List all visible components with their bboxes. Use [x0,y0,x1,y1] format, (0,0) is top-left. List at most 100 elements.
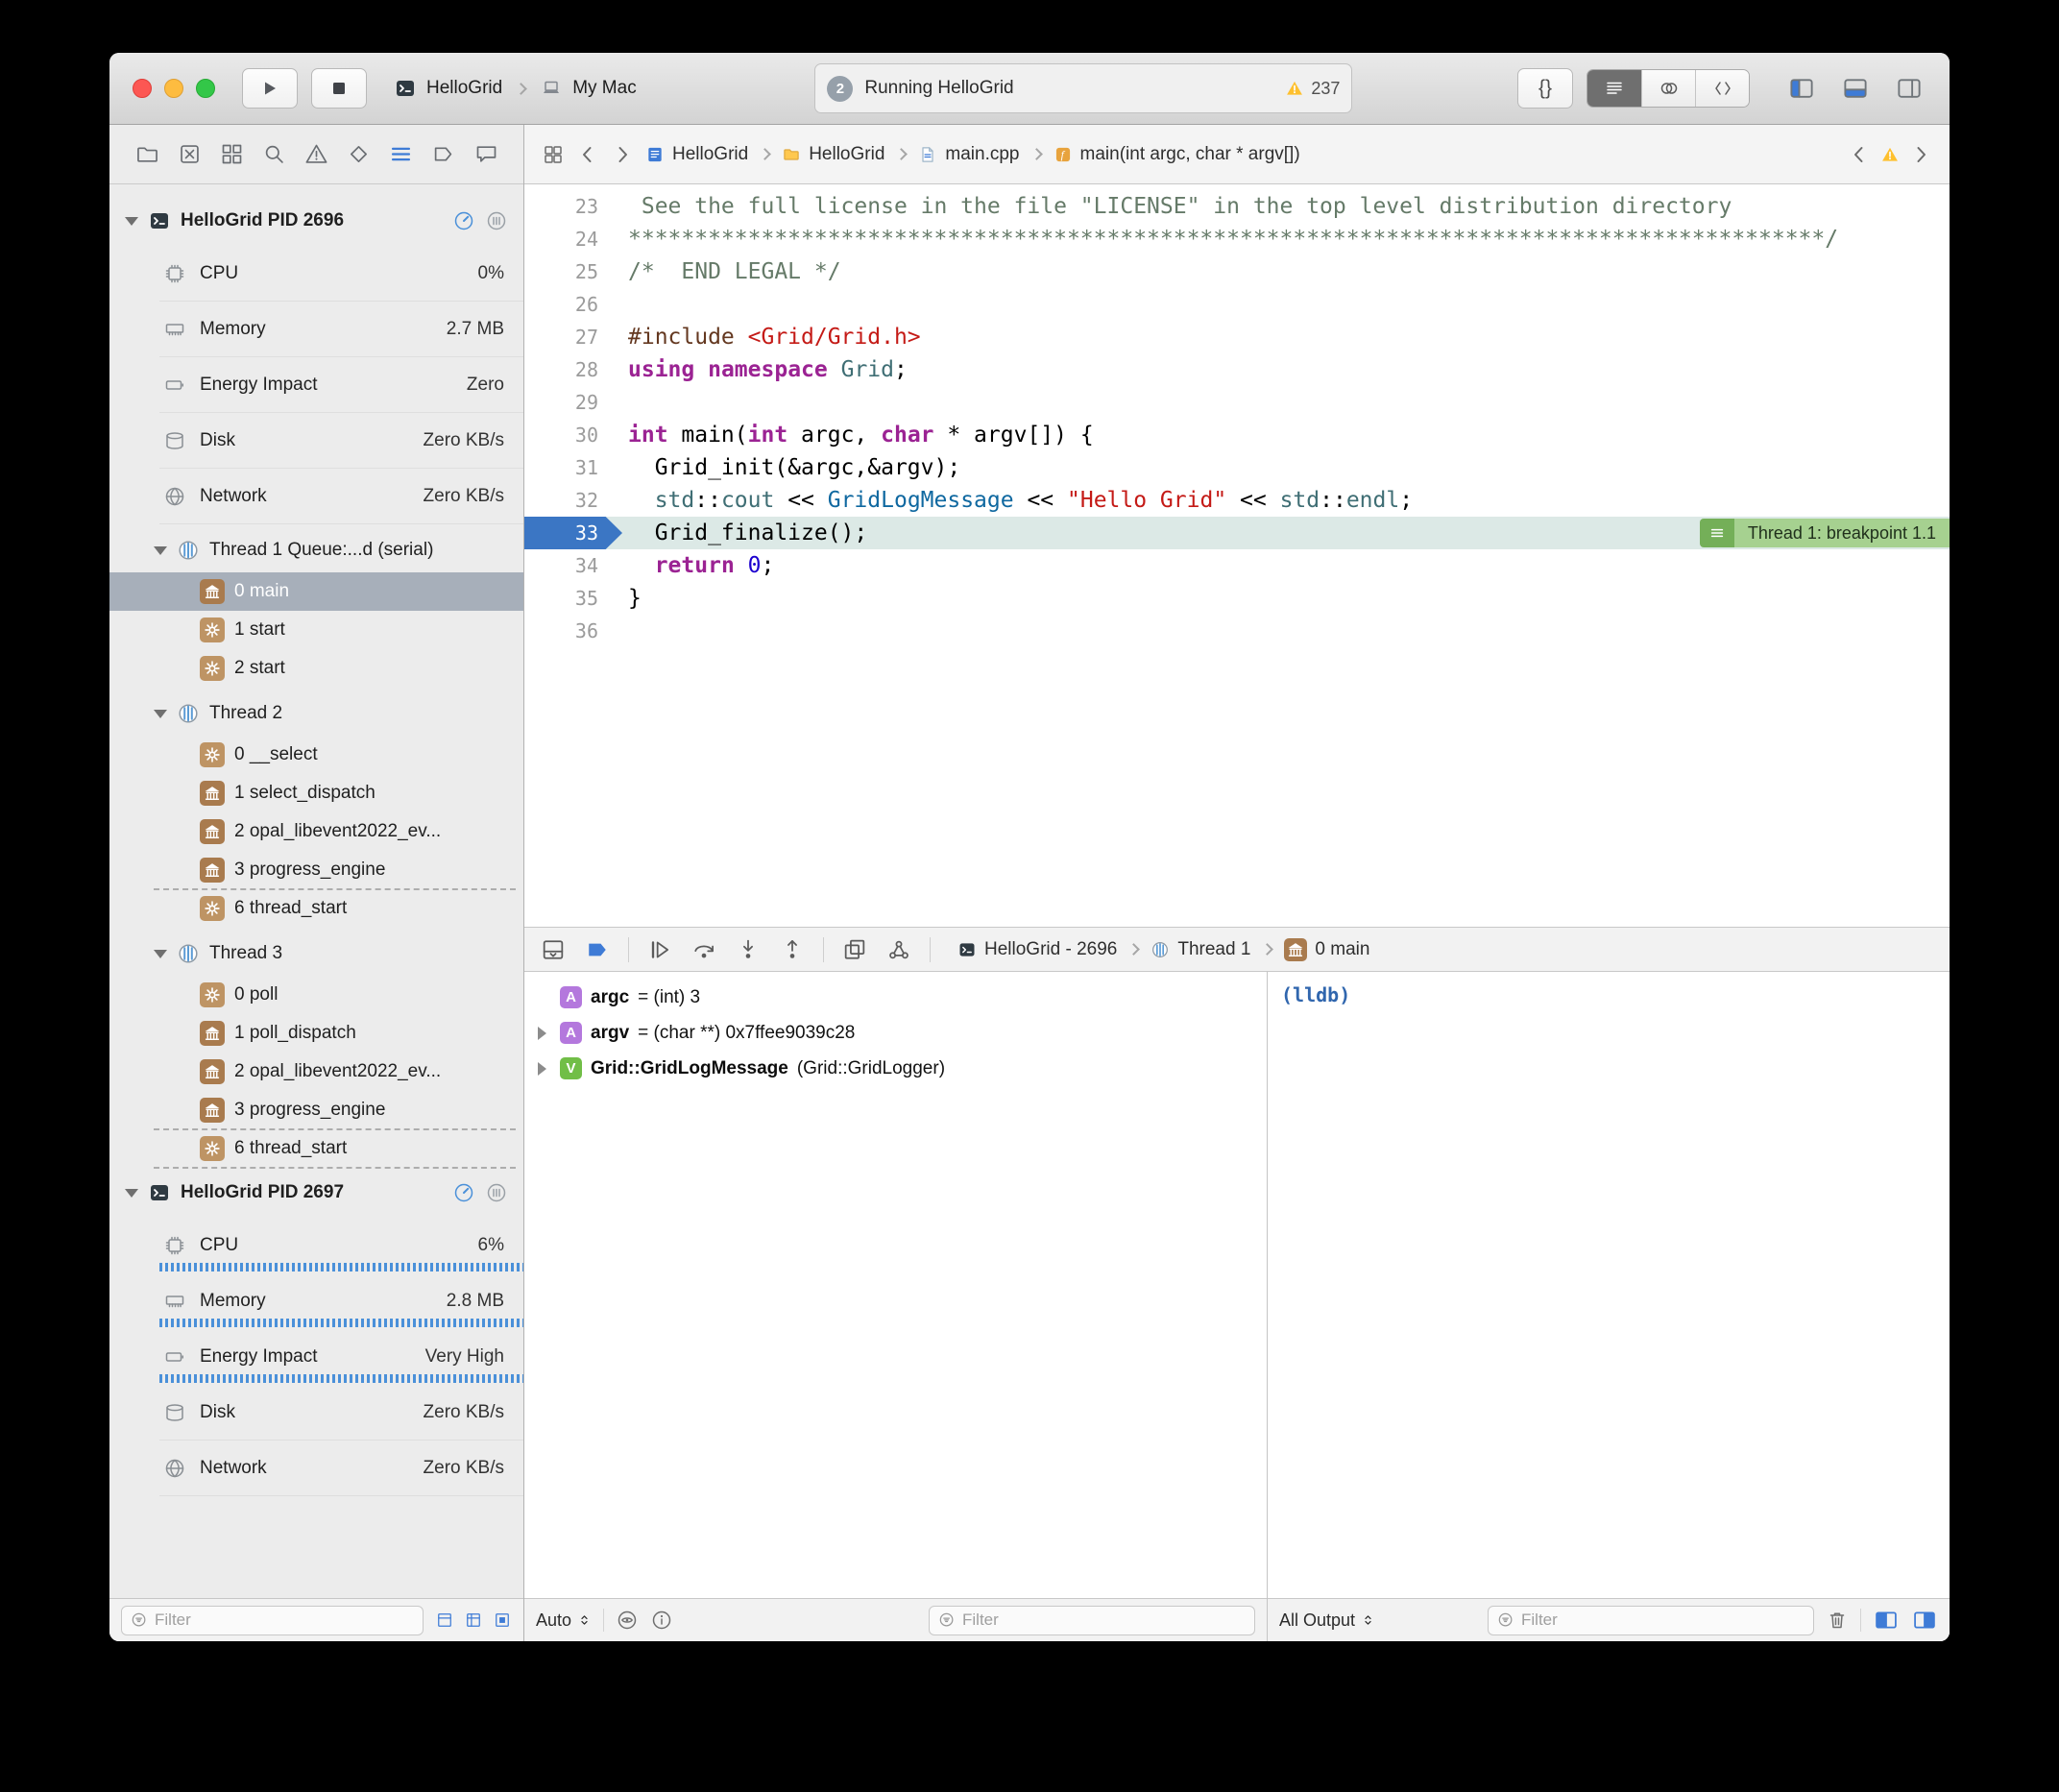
related-items-icon[interactable] [542,143,565,166]
standard-editor-button[interactable] [1587,70,1641,107]
console-filter-input[interactable] [1521,1610,1805,1630]
line-number[interactable]: 30 [524,419,611,451]
show-console-view-icon[interactable] [1911,1607,1938,1634]
gauge-row-memory[interactable]: Memory2.7 MB [109,302,523,357]
stop-button[interactable] [311,68,367,109]
stack-frame-row[interactable]: 3 progress_engine [109,1091,523,1129]
toggle-inspector-button[interactable] [1892,74,1926,103]
pause-process-icon[interactable] [485,209,508,232]
breakpoint-marker[interactable]: 33 [524,517,622,549]
stack-frame-row[interactable]: 1 select_dispatch [109,774,523,812]
navigator-tab-debug[interactable] [387,140,416,169]
stack-frame-row[interactable]: 0 main [109,572,523,611]
gauge-row-network[interactable]: NetworkZero KB/s [109,469,523,524]
gauge-row-cpu[interactable]: CPU6% [109,1218,523,1273]
zoom-button[interactable] [196,79,215,98]
stack-frame-row[interactable]: 2 opal_libevent2022_ev... [109,812,523,851]
disclosure-triangle-icon[interactable] [538,1027,551,1040]
breadcrumb-item[interactable]: main.cpp [918,144,1019,165]
view-mode-icon[interactable] [464,1610,483,1630]
navigator-filter-field[interactable] [121,1606,424,1635]
process-row[interactable]: HelloGrid PID 2696 [109,196,523,246]
navigator-tab-source-control[interactable] [175,140,204,169]
debug-breadcrumb-item[interactable]: HelloGrid - 2696 [957,939,1117,960]
stack-frame-row[interactable]: 1 poll_dispatch [109,1014,523,1053]
show-crashed-only-icon[interactable] [493,1610,512,1630]
line-number[interactable]: 28 [524,353,611,386]
stack-frame-row[interactable]: 2 opal_libevent2022_ev... [109,1053,523,1091]
line-number[interactable]: 29 [524,386,611,419]
variable-row[interactable]: VGrid::GridLogMessage(Grid::GridLogger) [524,1051,1267,1086]
navigator-tab-project[interactable] [133,140,161,169]
issues-summary[interactable]: 237 [1285,79,1340,99]
thread-row[interactable]: Thread 1 Queue:...d (serial) [109,528,523,572]
source-editor[interactable]: 23 See the full license in the file "LIC… [524,184,1950,927]
console-output[interactable]: (lldb) [1268,972,1950,1598]
show-variables-view-icon[interactable] [1873,1607,1900,1634]
activity-viewer[interactable]: 2 Running HelloGrid 237 [814,63,1352,113]
line-number[interactable]: 25 [524,255,611,288]
line-number[interactable]: 32 [524,484,611,517]
gauge-row-memory[interactable]: Memory2.8 MB [109,1273,523,1329]
next-issue-icon[interactable] [1909,143,1932,166]
stack-frame-row[interactable]: 6 thread_start [109,1129,523,1168]
toggle-navigator-button[interactable] [1784,74,1819,103]
variables-scope-popup[interactable]: Auto [536,1610,592,1631]
stack-frame-row[interactable]: 0 __select [109,736,523,774]
gauge-row-network[interactable]: NetworkZero KB/s [109,1441,523,1496]
thread-row[interactable]: Thread 2 [109,691,523,736]
continue-button[interactable] [646,936,673,963]
console-output-popup[interactable]: All Output [1279,1610,1375,1631]
profile-in-instruments-icon[interactable] [452,209,475,232]
gauge-row-disk[interactable]: DiskZero KB/s [109,413,523,469]
scheme-selector[interactable]: HelloGrid My Mac [380,68,650,109]
navigator-tab-find[interactable] [259,140,288,169]
hide-debug-area-button[interactable] [540,936,567,963]
line-number[interactable]: 34 [524,549,611,582]
assistant-editor-button[interactable] [1641,70,1695,107]
variable-row[interactable]: Aargv= (char **) 0x7ffee9039c28 [524,1015,1267,1051]
breakpoint-annotation[interactable]: Thread 1: breakpoint 1.1 [1700,519,1950,547]
gauge-row-cpu[interactable]: CPU0% [109,246,523,302]
stack-frame-row[interactable]: 1 start [109,611,523,649]
stack-frame-row[interactable]: 0 poll [109,976,523,1014]
thread-row[interactable]: Thread 3 [109,932,523,976]
step-into-button[interactable] [735,936,762,963]
gauge-row-disk[interactable]: DiskZero KB/s [109,1385,523,1441]
debug-breadcrumb-item[interactable]: 0 main [1284,938,1369,961]
navigator-tab-tests[interactable] [345,140,374,169]
memory-graph-button[interactable] [885,936,912,963]
disclosure-triangle-icon[interactable] [125,1189,138,1198]
toggle-debug-area-button[interactable] [1838,74,1873,103]
disclosure-triangle-icon[interactable] [154,950,167,958]
breadcrumb-item[interactable]: HelloGrid [782,144,884,165]
line-number[interactable]: 31 [524,451,611,484]
minimize-button[interactable] [164,79,183,98]
step-out-button[interactable] [779,936,806,963]
line-number[interactable]: 26 [524,288,611,321]
disclosure-triangle-icon[interactable] [154,710,167,718]
variable-row[interactable]: Aargc= (int) 3 [524,980,1267,1015]
disclosure-triangle-icon[interactable] [538,1062,551,1076]
step-over-button[interactable] [690,936,717,963]
stack-frame-row[interactable]: 6 thread_start [109,889,523,928]
line-number[interactable]: 27 [524,321,611,353]
trash-icon[interactable] [1826,1609,1849,1632]
disclosure-triangle-icon[interactable] [125,217,138,226]
debug-breadcrumb-item[interactable]: Thread 1 [1151,939,1250,960]
warning-icon[interactable] [1880,145,1900,164]
go-back-icon[interactable] [576,143,599,166]
line-number[interactable]: 23 [524,190,611,223]
variables-filter-field[interactable] [929,1606,1255,1635]
gauge-row-energy-impact[interactable]: Energy ImpactZero [109,357,523,413]
gauge-row-energy-impact[interactable]: Energy ImpactVery High [109,1329,523,1385]
pause-process-icon[interactable] [485,1181,508,1204]
breadcrumb-item[interactable]: HelloGrid [645,144,748,165]
previous-issue-icon[interactable] [1848,143,1871,166]
breakpoints-toggle-button[interactable] [584,936,611,963]
line-number-gutter[interactable]: 33 [524,517,611,549]
profile-in-instruments-icon[interactable] [452,1181,475,1204]
breadcrumb-item[interactable]: fmain(int argc, char * argv[]) [1054,144,1300,165]
run-button[interactable] [242,68,298,109]
variables-filter-input[interactable] [962,1610,1247,1630]
